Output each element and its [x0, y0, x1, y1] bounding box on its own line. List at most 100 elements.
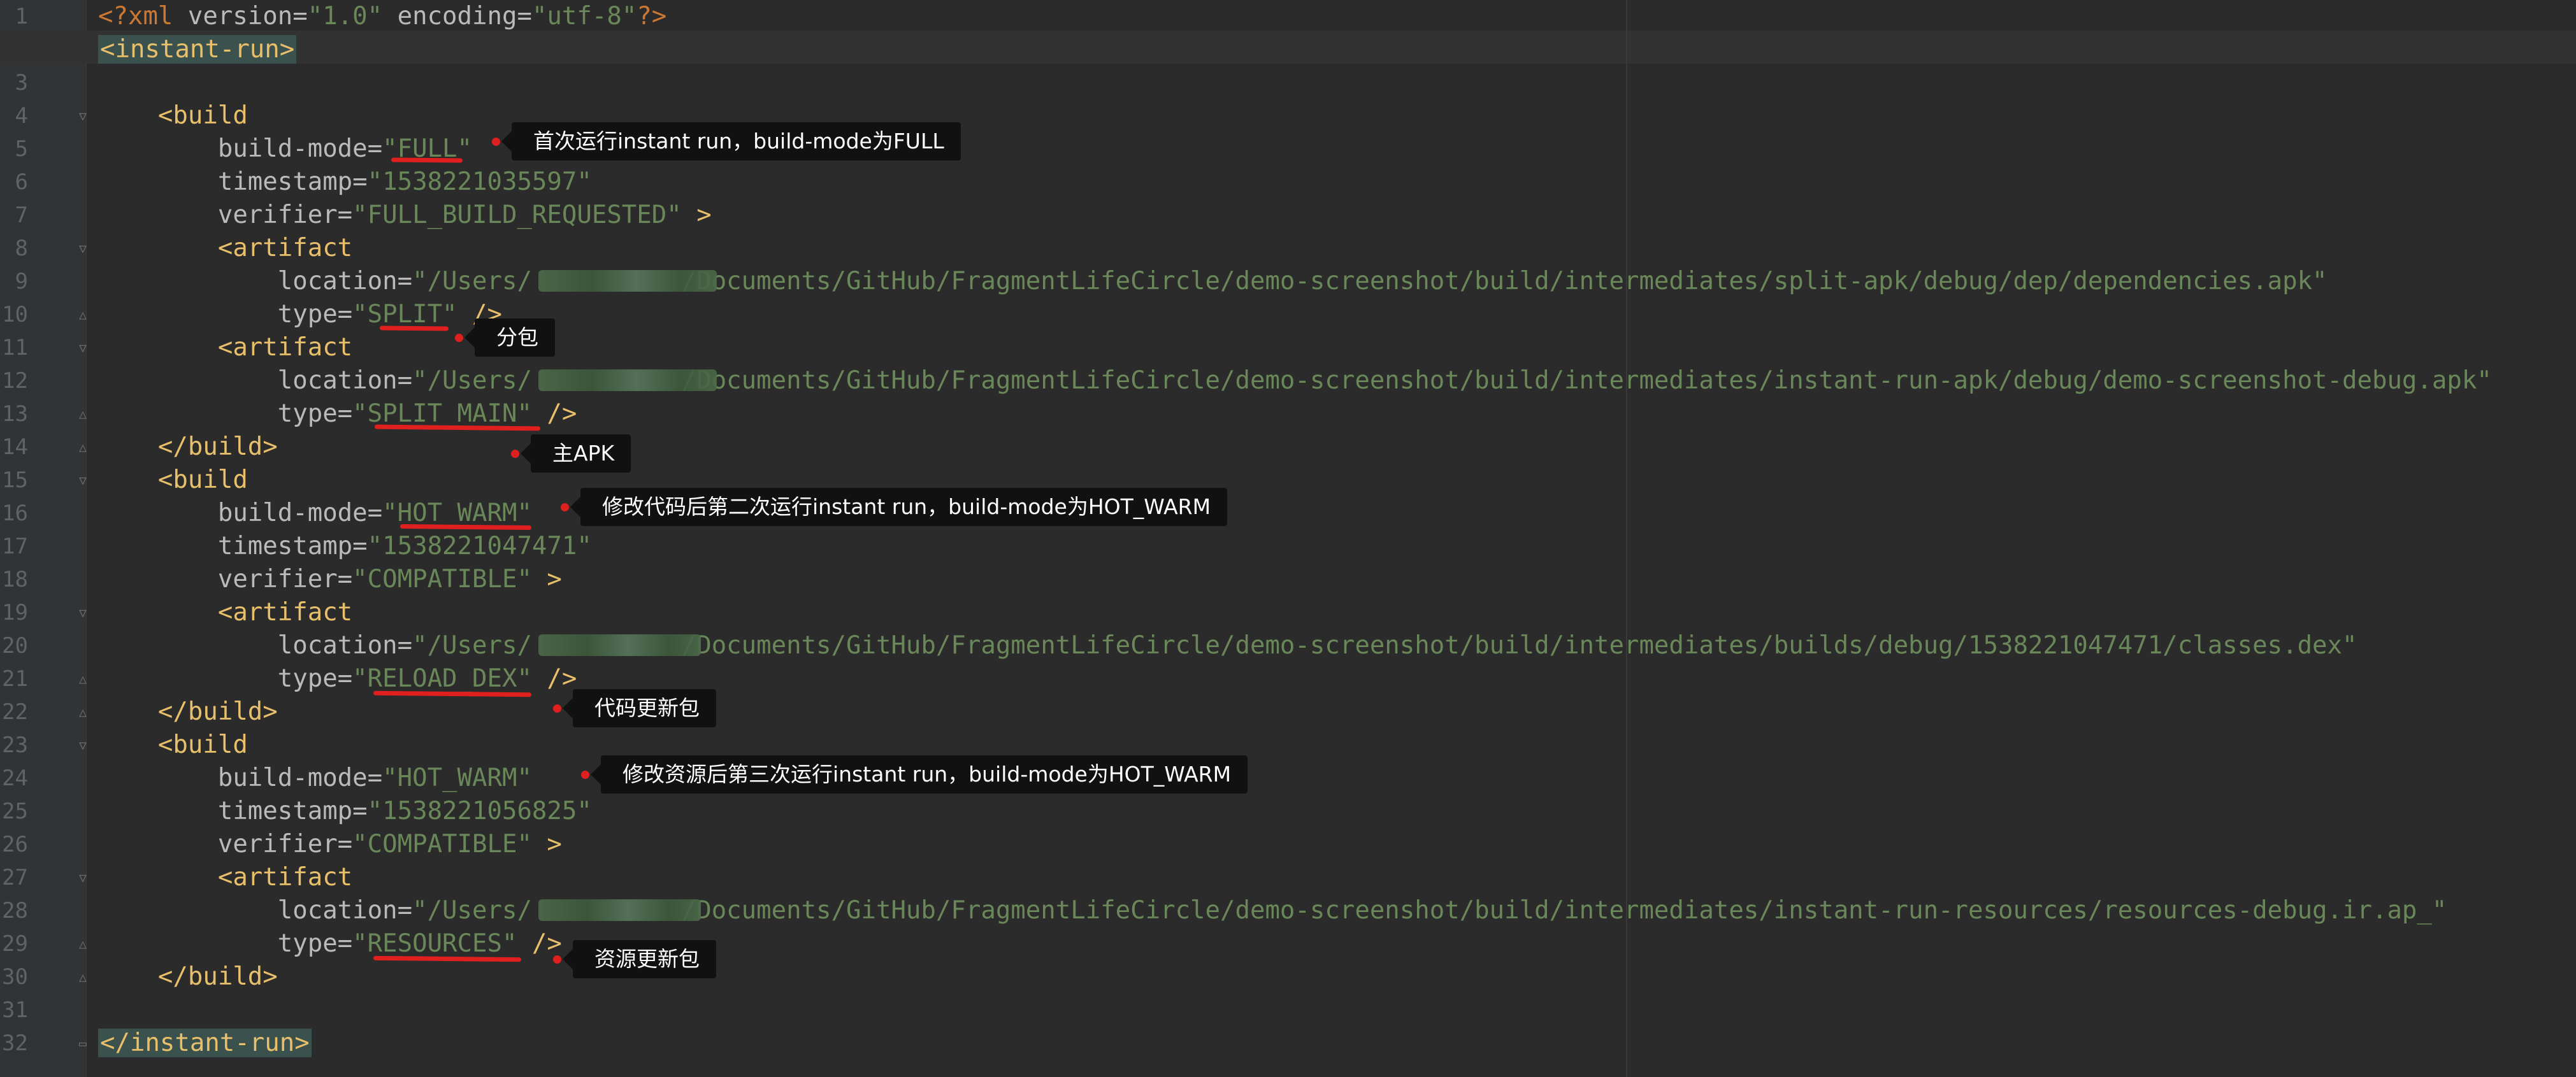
code-line[interactable]: location="/Users/ /Documents/GitHub/Frag…	[98, 894, 2447, 927]
code-token: build-mode=	[217, 134, 383, 163]
redacted-username	[538, 899, 701, 921]
fold-marker-icon[interactable]: ▽	[75, 341, 90, 355]
code-token: "FULL_BUILD_REQUESTED"	[352, 201, 682, 229]
line-number: 21	[2, 666, 28, 692]
code-token: build-mode=	[217, 499, 383, 527]
code-line[interactable]: </build>	[98, 960, 278, 994]
code-line[interactable]: <build	[98, 464, 248, 497]
code-line[interactable]: type="RESOURCES" />	[98, 927, 562, 960]
code-line[interactable]: </instant-run>	[98, 1027, 312, 1060]
annotation-hot-warm-code: 修改代码后第二次运行instant run，build-mode为HOT_WAR…	[561, 488, 1228, 526]
underline-full	[391, 157, 463, 163]
fold-marker-icon[interactable]: △	[75, 970, 90, 984]
annotation-dot	[553, 955, 561, 964]
code-line[interactable]: timestamp="1538221056825"	[98, 795, 592, 828]
code-token: />	[531, 399, 577, 428]
code-token: <?xml	[98, 2, 188, 31]
code-line[interactable]: location="/Users/ /Documents/GitHub/Frag…	[98, 629, 2357, 662]
redacted-username	[538, 634, 701, 656]
code-editor[interactable]: 12▭34▽5678▽910△11▽1213△14△15▽16171819▽20…	[0, 0, 2576, 1077]
code-line[interactable]: </build>	[98, 431, 278, 464]
code-line[interactable]: verifier="COMPATIBLE" >	[98, 828, 562, 861]
code-token: type=	[277, 929, 353, 958]
code-token: <build	[157, 466, 248, 494]
annotation-code-patch: 代码更新包	[553, 689, 716, 727]
annotation-text: 首次运行instant run，build-mode为FULL	[501, 122, 961, 160]
fold-marker-icon[interactable]: ▽	[75, 606, 90, 620]
annotation-text: 代码更新包	[563, 689, 716, 727]
fold-marker-icon[interactable]: △	[75, 407, 90, 421]
code-token: "/Users/ /Documents/GitHub/FragmentLifeC…	[412, 366, 2492, 395]
code-line[interactable]: <artifact	[98, 596, 352, 629]
line-number: 17	[2, 534, 28, 559]
code-token: encoding=	[382, 2, 532, 31]
code-line[interactable]: <build	[98, 99, 248, 132]
line-number: 3	[15, 70, 28, 96]
line-number: 28	[2, 898, 28, 924]
code-token: location=	[277, 267, 413, 296]
fold-marker-icon[interactable]: ▽	[75, 241, 90, 255]
fold-marker-icon[interactable]: △	[75, 308, 90, 322]
code-token: "RESOURCES"	[352, 929, 517, 958]
code-token: <artifact	[217, 863, 353, 892]
fold-marker-icon[interactable]: △	[75, 440, 90, 454]
code-token: verifier=	[217, 830, 353, 859]
fold-marker-icon[interactable]: △	[75, 672, 90, 686]
code-line[interactable]: type="RELOAD_DEX" />	[98, 662, 577, 695]
fold-marker-icon[interactable]: ▽	[75, 738, 90, 752]
annotation-full: 首次运行instant run，build-mode为FULL	[492, 122, 961, 160]
code-line[interactable]: <instant-run>	[98, 33, 297, 66]
code-token: location=	[277, 896, 413, 925]
code-line[interactable]: verifier="FULL_BUILD_REQUESTED" >	[98, 199, 712, 232]
line-number: 23	[2, 732, 28, 758]
annotation-dot	[553, 704, 561, 713]
code-line[interactable]: <build	[98, 729, 248, 762]
fold-marker-icon[interactable]: ▭	[75, 1036, 90, 1050]
line-number: 1	[15, 4, 28, 29]
fold-marker-icon[interactable]: △	[75, 937, 90, 951]
fold-marker-icon[interactable]: △	[75, 705, 90, 719]
line-number: 14	[2, 434, 28, 460]
code-line[interactable]: verifier="COMPATIBLE" >	[98, 563, 562, 596]
line-number-gutter: 12▭34▽5678▽910△11▽1213△14△15▽16171819▽20…	[0, 0, 87, 1077]
code-token: </instant-run>	[98, 1029, 312, 1057]
line-number: 15	[2, 467, 28, 493]
code-line[interactable]: build-mode="HOT_WARM"	[98, 762, 532, 795]
code-line[interactable]: <?xml version="1.0" encoding="utf-8"?>	[98, 0, 666, 33]
line-number: 13	[2, 401, 28, 427]
line-number: 11	[2, 335, 28, 360]
line-number: 8	[15, 236, 28, 261]
fold-marker-icon[interactable]: ▽	[75, 473, 90, 487]
code-token: "SPLIT"	[352, 300, 457, 329]
code-line[interactable]: </build>	[98, 695, 278, 729]
code-line[interactable]: timestamp="1538221035597"	[98, 166, 592, 199]
code-token: "COMPATIBLE"	[352, 830, 532, 859]
code-token: build-mode=	[217, 764, 383, 792]
code-line[interactable]: timestamp="1538221047471"	[98, 530, 592, 563]
code-line[interactable]: <artifact	[98, 861, 352, 894]
code-line[interactable]: location="/Users/ /Documents/GitHub/Frag…	[98, 265, 2328, 298]
code-line[interactable]: <artifact	[98, 331, 352, 364]
code-token: "COMPATIBLE"	[352, 565, 532, 594]
code-line[interactable]: <artifact	[98, 232, 352, 265]
code-line[interactable]: location="/Users/ /Documents/GitHub/Frag…	[98, 364, 2492, 397]
fold-marker-icon[interactable]: ▽	[75, 871, 90, 885]
fold-marker-icon[interactable]: ▽	[75, 109, 90, 123]
annotation-main-apk: 主APK	[511, 434, 631, 473]
